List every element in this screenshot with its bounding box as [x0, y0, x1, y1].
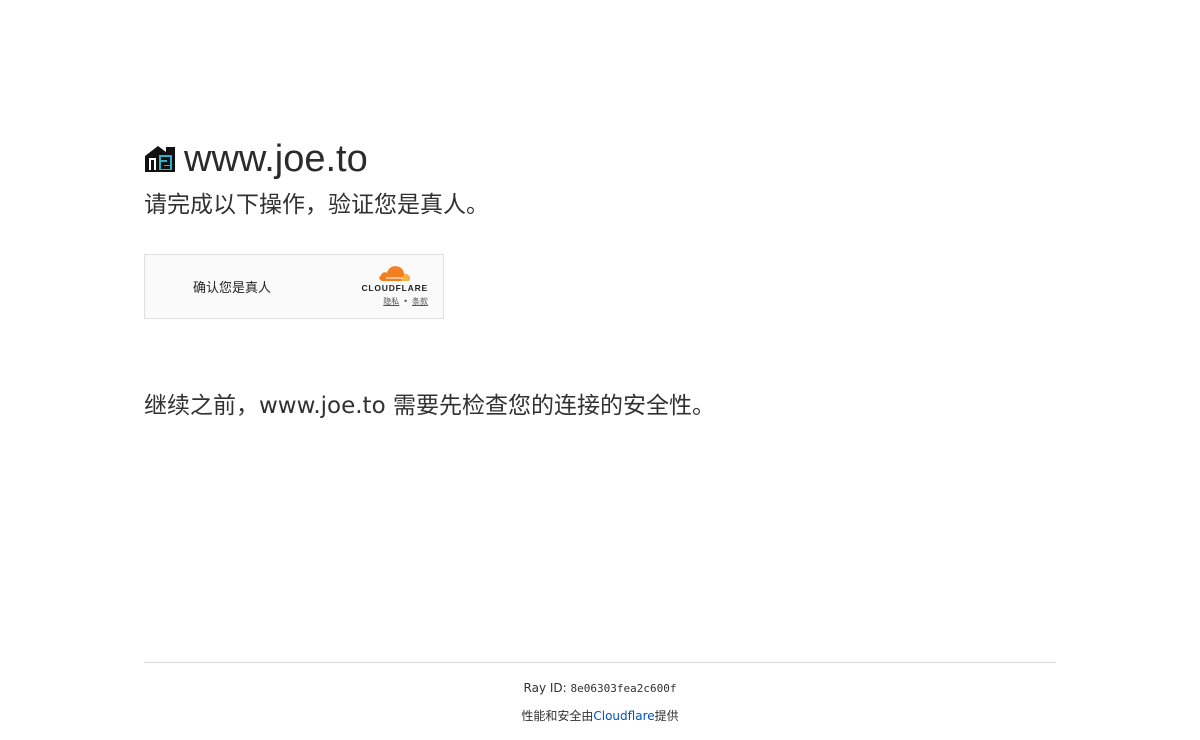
verify-label[interactable]: 确认您是真人	[193, 277, 271, 296]
page-subtitle: 请完成以下操作，验证您是真人。	[144, 192, 489, 218]
cloudflare-cloud-icon	[378, 266, 410, 281]
ray-id-label: Ray ID:	[523, 681, 567, 695]
site-title: www.joe.to	[184, 138, 368, 180]
privacy-link[interactable]: 隐私	[383, 296, 399, 307]
widget-links: 隐私 • 条款	[383, 296, 428, 307]
joe-logo-icon	[145, 146, 175, 172]
cloudflare-wordmark: CLOUDFLARE	[361, 283, 428, 293]
link-separator: •	[403, 297, 408, 306]
powered-suffix: 提供	[654, 709, 679, 723]
cloudflare-branding: CLOUDFLARE 隐私 • 条款	[348, 266, 428, 307]
site-header: www.joe.to	[144, 138, 1056, 180]
terms-link[interactable]: 条款	[412, 296, 428, 307]
main-content: www.joe.to 请完成以下操作，验证您是真人。 确认您是真人 CLOUDF…	[144, 138, 1056, 421]
footer: Ray ID: 8e06303fea2c600f 性能和安全由Cloudflar…	[144, 662, 1056, 723]
security-check-message: 继续之前，www.joe.to 需要先检查您的连接的安全性。	[144, 393, 715, 419]
cloudflare-logo: CLOUDFLARE	[361, 264, 428, 293]
powered-prefix: 性能和安全由	[521, 709, 594, 723]
powered-by: 性能和安全由Cloudflare提供	[144, 709, 1056, 723]
ray-id: Ray ID: 8e06303fea2c600f	[144, 681, 1056, 696]
turnstile-widget[interactable]: 确认您是真人 CLOUDFLARE 隐私 • 条款	[144, 254, 444, 319]
challenge-page: www.joe.to 请完成以下操作，验证您是真人。 确认您是真人 CLOUDF…	[0, 0, 1200, 740]
ray-id-value: 8e06303fea2c600f	[570, 682, 677, 695]
cloudflare-link[interactable]: Cloudflare	[593, 709, 654, 723]
